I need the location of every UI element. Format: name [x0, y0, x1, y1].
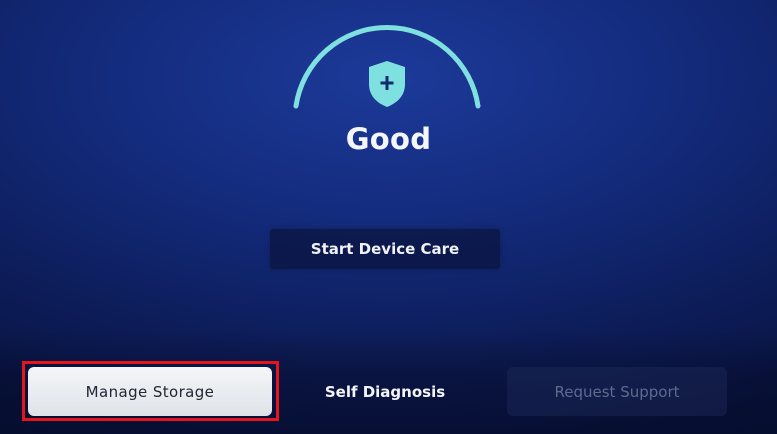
- shield-plus-icon: [369, 61, 405, 107]
- highlight-box: [22, 361, 279, 421]
- status-text: Good: [345, 122, 432, 156]
- status-gauge: [293, 25, 481, 109]
- start-device-care-button[interactable]: Start Device Care: [270, 229, 500, 269]
- request-support-button[interactable]: Request Support: [507, 367, 727, 416]
- self-diagnosis-button[interactable]: Self Diagnosis: [283, 367, 487, 416]
